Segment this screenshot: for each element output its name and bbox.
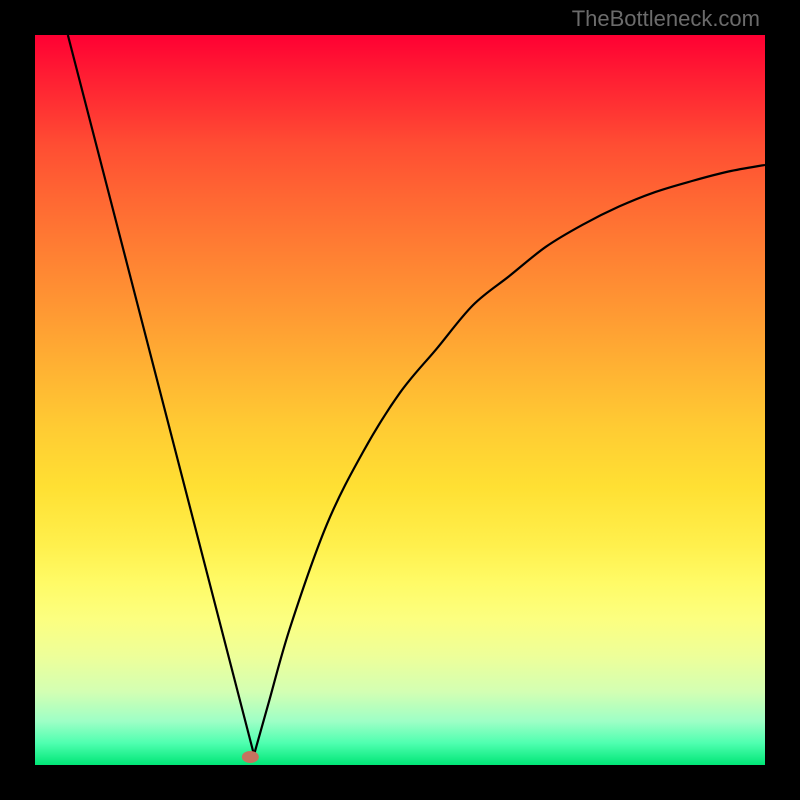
chart-frame: TheBottleneck.com (0, 0, 800, 800)
chart-svg (0, 0, 800, 800)
minimum-marker (242, 751, 258, 762)
curve-right (254, 165, 765, 755)
watermark-text: TheBottleneck.com (572, 6, 760, 32)
curve-left (68, 35, 254, 755)
